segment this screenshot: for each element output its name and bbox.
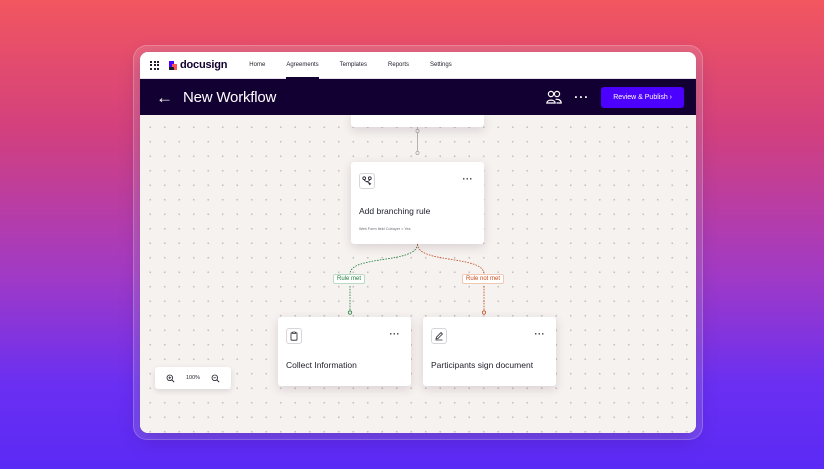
docusign-logo[interactable]: docusign bbox=[169, 59, 227, 71]
page-title: New Workflow bbox=[183, 88, 277, 106]
rule-not-met-label: Rule not met bbox=[462, 274, 505, 284]
rule-met-label: Rule met bbox=[333, 274, 366, 284]
app-window: docusign Home Agreements Templates Repor… bbox=[140, 52, 696, 433]
nav-item-home[interactable]: Home bbox=[249, 52, 265, 79]
review-publish-button[interactable]: Review & Publish › bbox=[601, 86, 684, 108]
zoom-out-icon[interactable] bbox=[210, 373, 220, 383]
back-arrow-icon[interactable]: ← bbox=[156, 89, 173, 106]
participants-icon[interactable] bbox=[546, 90, 563, 104]
branch-icon bbox=[359, 173, 375, 189]
title-bar-actions: ··· Review & Publish › bbox=[546, 79, 684, 115]
workflow-title-bar: ← New Workflow ··· Review & Publish › bbox=[140, 79, 696, 115]
collect-card-title: Collect Information bbox=[286, 360, 357, 370]
nav-item-templates[interactable]: Templates bbox=[340, 52, 367, 79]
zoom-in-icon[interactable] bbox=[166, 373, 176, 383]
collect-card-more-icon[interactable]: ··· bbox=[390, 329, 401, 339]
collect-information-card[interactable]: ··· Collect Information bbox=[278, 317, 411, 386]
nav-item-reports[interactable]: Reports bbox=[388, 52, 409, 79]
docusign-logo-icon bbox=[169, 60, 177, 70]
nav-item-agreements[interactable]: Agreements bbox=[286, 52, 320, 79]
pen-icon bbox=[431, 328, 447, 344]
branch-card-condition: Web Form field Cobuyer = Yes bbox=[359, 227, 411, 231]
zoom-level: 100% bbox=[185, 375, 201, 381]
clipboard-icon bbox=[286, 328, 302, 344]
branch-card-title: Add branching rule bbox=[359, 206, 431, 216]
nav-items: Home Agreements Templates Reports Settin… bbox=[249, 52, 472, 79]
app-launcher-icon[interactable] bbox=[150, 60, 159, 70]
sign-card-more-icon[interactable]: ··· bbox=[535, 329, 546, 339]
previous-step-card[interactable] bbox=[351, 115, 484, 127]
sign-card-title: Participants sign document bbox=[431, 360, 534, 370]
sign-document-card[interactable]: ··· Participants sign document bbox=[423, 317, 556, 386]
more-options-icon[interactable]: ··· bbox=[574, 90, 589, 104]
branch-card-more-icon[interactable]: ··· bbox=[463, 174, 474, 184]
top-navigation-bar: docusign Home Agreements Templates Repor… bbox=[140, 52, 696, 79]
logo-text: docusign bbox=[180, 59, 228, 71]
branching-rule-card[interactable]: ··· Add branching rule Web Form field Co… bbox=[351, 162, 484, 244]
nav-item-settings[interactable]: Settings bbox=[430, 52, 452, 79]
zoom-controls: 100% bbox=[155, 367, 231, 389]
